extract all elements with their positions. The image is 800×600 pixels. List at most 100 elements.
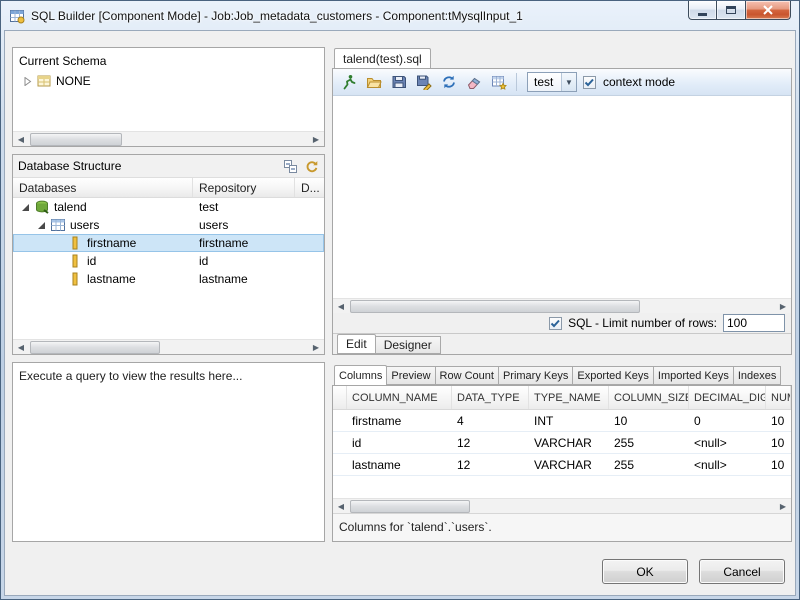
row-limit-input[interactable] — [723, 314, 785, 332]
save-icon[interactable] — [387, 71, 410, 93]
close-button[interactable] — [745, 1, 791, 20]
scroll-thumb[interactable] — [30, 341, 160, 354]
execute-icon[interactable] — [337, 71, 360, 93]
editor-box: test ▼ context mode ◀ ▶ — [332, 68, 792, 355]
header-column-size[interactable]: COLUMN_SIZE — [609, 386, 689, 409]
cell: lastname — [347, 454, 452, 475]
header-decimal-digits[interactable]: DECIMAL_DIGITS — [689, 386, 766, 409]
scroll-left-icon[interactable]: ◀ — [333, 300, 349, 313]
column-header-d[interactable]: D... — [295, 178, 324, 197]
caption-buttons — [688, 1, 791, 20]
cell: 10 — [766, 432, 791, 453]
sql-template-icon[interactable] — [487, 71, 510, 93]
table-icon — [50, 217, 66, 233]
collapse-all-icon[interactable] — [283, 159, 298, 174]
horizontal-scrollbar[interactable]: ◀ ▶ — [333, 298, 791, 313]
tab-sql-file[interactable]: talend(test).sql — [334, 48, 431, 68]
tree-row-talend[interactable]: talend test — [13, 198, 324, 216]
chevron-down-icon[interactable]: ▼ — [561, 73, 576, 91]
cancel-button[interactable]: Cancel — [699, 559, 785, 584]
columns-status-text: Columns for `talend`.`users`. — [339, 520, 492, 534]
scroll-right-icon[interactable]: ▶ — [775, 300, 791, 313]
context-combo[interactable]: test ▼ — [527, 72, 577, 92]
maximize-icon — [726, 6, 736, 14]
sql-editor-panel: talend(test).sql — [332, 47, 792, 355]
column-header-databases[interactable]: Databases — [13, 178, 193, 197]
window-title: SQL Builder [Component Mode] - Job:Job_m… — [31, 9, 523, 23]
sync-icon[interactable] — [437, 71, 460, 93]
ok-button[interactable]: OK — [602, 559, 688, 584]
column-icon — [67, 235, 83, 251]
cell: 10 — [766, 454, 791, 475]
app-icon — [9, 8, 25, 24]
titlebar[interactable]: SQL Builder [Component Mode] - Job:Job_m… — [1, 1, 799, 30]
table-row[interactable]: firstname 4 INT 10 0 10 — [333, 410, 791, 432]
expander-expanded-icon[interactable] — [37, 221, 46, 230]
context-mode-checkbox[interactable] — [583, 76, 596, 89]
database-structure-panel: Database Structure Databases Repository … — [12, 154, 325, 355]
tab-exported-keys[interactable]: Exported Keys — [572, 366, 654, 385]
scroll-thumb[interactable] — [350, 500, 470, 513]
open-icon[interactable] — [362, 71, 385, 93]
expander-collapsed-icon[interactable] — [23, 77, 32, 86]
tree-item-none[interactable]: NONE — [13, 72, 324, 90]
tree-row-users[interactable]: users users — [13, 216, 324, 234]
scroll-thumb[interactable] — [350, 300, 640, 313]
tree-row-repository: firstname — [199, 236, 248, 250]
scroll-right-icon[interactable]: ▶ — [308, 133, 324, 146]
cell: <null> — [689, 454, 766, 475]
tree-row-firstname[interactable]: firstname firstname — [13, 234, 324, 252]
tab-preview[interactable]: Preview — [386, 366, 435, 385]
clear-icon[interactable] — [462, 71, 485, 93]
cell: 12 — [452, 432, 529, 453]
table-row[interactable]: id 12 VARCHAR 255 <null> 10 — [333, 432, 791, 454]
sql-limit-checkbox[interactable] — [549, 317, 562, 330]
header-num[interactable]: NUM — [766, 386, 791, 409]
expander-expanded-icon[interactable] — [21, 203, 30, 212]
schema-icon — [36, 73, 52, 89]
cell: 4 — [452, 410, 529, 431]
header-data-type[interactable]: DATA_TYPE — [452, 386, 529, 409]
header-column-name[interactable]: COLUMN_NAME — [347, 386, 452, 409]
dialog-content: Current Schema NONE ◀ ▶ Database Structu… — [4, 30, 796, 596]
cell: firstname — [347, 410, 452, 431]
scroll-right-icon[interactable]: ▶ — [308, 341, 324, 354]
scroll-left-icon[interactable]: ◀ — [333, 500, 349, 513]
tree-row-repository: lastname — [199, 272, 248, 286]
tree-row-id[interactable]: id id — [13, 252, 324, 270]
row-gutter — [333, 386, 347, 409]
columns-status: Columns for `talend`.`users`. — [333, 513, 791, 541]
horizontal-scrollbar[interactable]: ◀ ▶ — [13, 339, 324, 354]
metadata-results-panel: Columns Preview Row Count Primary Keys E… — [332, 364, 792, 542]
tab-edit-label: Edit — [346, 337, 367, 351]
scroll-thumb[interactable] — [30, 133, 122, 146]
current-schema-title: Current Schema — [13, 48, 324, 72]
scroll-left-icon[interactable]: ◀ — [13, 133, 29, 146]
tab-primary-keys[interactable]: Primary Keys — [498, 366, 573, 385]
tree-row-lastname[interactable]: lastname lastname — [13, 270, 324, 288]
cell: VARCHAR — [529, 454, 609, 475]
minimize-button[interactable] — [688, 1, 717, 20]
tree-row-label: lastname — [87, 272, 136, 286]
column-header-repository[interactable]: Repository — [193, 178, 295, 197]
table-row[interactable]: lastname 12 VARCHAR 255 <null> 10 — [333, 454, 791, 476]
sql-builder-window: SQL Builder [Component Mode] - Job:Job_m… — [0, 0, 800, 600]
sql-editor-area[interactable] — [333, 96, 791, 298]
tab-designer[interactable]: Designer — [375, 336, 441, 354]
database-structure-title: Database Structure — [18, 159, 283, 173]
scroll-right-icon[interactable]: ▶ — [775, 500, 791, 513]
scroll-left-icon[interactable]: ◀ — [13, 341, 29, 354]
horizontal-scrollbar[interactable]: ◀ ▶ — [333, 498, 791, 513]
save-as-icon[interactable] — [412, 71, 435, 93]
header-type-name[interactable]: TYPE_NAME — [529, 386, 609, 409]
tab-imported-keys[interactable]: Imported Keys — [653, 366, 734, 385]
tab-indexes[interactable]: Indexes — [733, 366, 782, 385]
tab-edit[interactable]: Edit — [337, 334, 376, 354]
tab-label: Indexes — [738, 370, 777, 382]
maximize-button[interactable] — [717, 1, 745, 20]
tab-columns[interactable]: Columns — [334, 365, 387, 385]
tab-row-count[interactable]: Row Count — [435, 366, 499, 385]
cell: 0 — [689, 410, 766, 431]
horizontal-scrollbar[interactable]: ◀ ▶ — [13, 131, 324, 146]
refresh-icon[interactable] — [304, 159, 319, 174]
